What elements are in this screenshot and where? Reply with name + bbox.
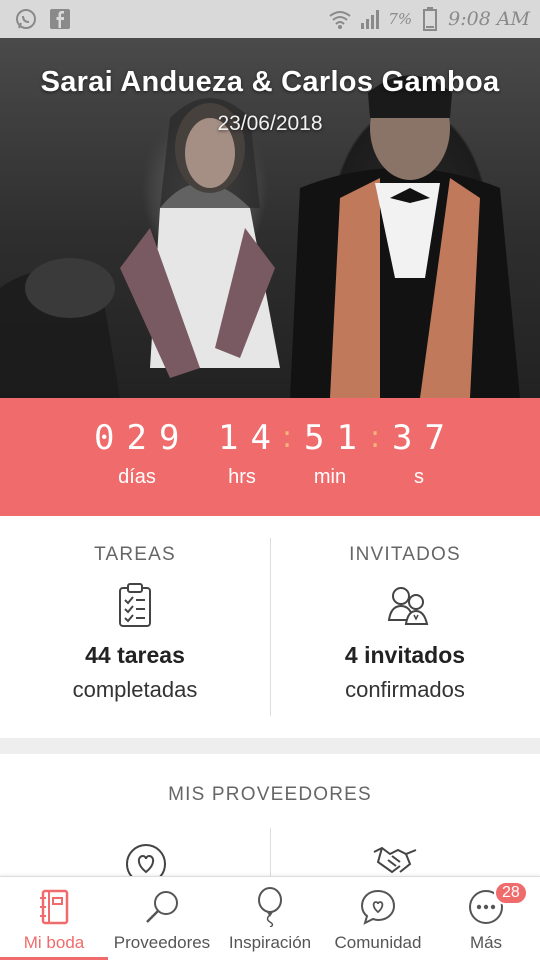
- wifi-icon: [328, 7, 352, 31]
- battery-icon: [418, 7, 442, 31]
- providers-header: MIS PROVEEDORES: [168, 784, 372, 805]
- countdown-separator: :: [370, 420, 381, 455]
- nav-comunidad[interactable]: Comunidad: [324, 877, 432, 960]
- battery-percent: 7%: [388, 10, 413, 28]
- heart-circle-icon[interactable]: [124, 842, 168, 876]
- status-right: 7% 9:08 AM: [328, 7, 530, 31]
- countdown-seconds: 37: [392, 418, 457, 458]
- countdown-seconds-label: s: [414, 466, 424, 488]
- nav-comunidad-label: Comunidad: [334, 933, 422, 952]
- countdown-hours: 14: [218, 418, 283, 458]
- countdown-minutes: 51: [304, 418, 369, 458]
- providers-section: MIS PROVEEDORES: [0, 754, 540, 876]
- couple-names: Sarai Andueza & Carlos Gamboa: [40, 66, 500, 98]
- tasks-card[interactable]: TAREAS 44 tareas completadas: [0, 516, 270, 738]
- guests-icon: [385, 582, 429, 628]
- notification-badge: 28: [494, 881, 528, 905]
- search-icon: [142, 887, 182, 927]
- nav-mas-label: Más: [469, 933, 503, 952]
- status-left: [14, 7, 72, 31]
- status-bar: 7% 9:08 AM: [0, 0, 540, 38]
- signal-icon: [358, 7, 382, 31]
- countdown-days: 029: [94, 418, 192, 458]
- nav-proveedores[interactable]: Proveedores: [108, 877, 216, 960]
- wedding-date: 23/06/2018: [217, 112, 323, 135]
- guests-card[interactable]: INVITADOS 4 invitados confirmados: [270, 516, 540, 738]
- guests-sub: confirmados: [345, 677, 465, 702]
- countdown-banner: 029 14 : 51 : 37 días hrs min s: [0, 398, 540, 516]
- nav-proveedores-label: Proveedores: [113, 933, 211, 952]
- countdown-hours-label: hrs: [228, 466, 256, 488]
- whatsapp-icon: [14, 7, 38, 31]
- chat-heart-icon: [358, 887, 398, 927]
- stats-section: TAREAS 44 tareas completadas INVITADOS 4…: [0, 516, 540, 738]
- status-time: 9:08 AM: [448, 8, 530, 30]
- providers-divider: [270, 828, 271, 876]
- handshake-icon[interactable]: [372, 842, 418, 876]
- nav-inspiracion[interactable]: Inspiración: [216, 877, 324, 960]
- nav-mi-boda-label: Mi boda: [23, 933, 85, 952]
- tasks-count: 44 tareas: [85, 642, 185, 668]
- countdown-days-label: días: [118, 466, 156, 488]
- nav-mas[interactable]: 28 Más: [432, 877, 540, 960]
- couple-photo[interactable]: Sarai Andueza & Carlos Gamboa 23/06/2018: [0, 38, 540, 398]
- balloon-icon: [250, 887, 290, 927]
- guests-count: 4 invitados: [344, 642, 466, 668]
- section-divider: [0, 738, 540, 754]
- notebook-icon: [34, 887, 74, 927]
- guests-header: INVITADOS: [349, 544, 461, 565]
- tasks-sub: completadas: [72, 677, 198, 702]
- countdown-minutes-label: min: [313, 466, 347, 488]
- tasks-header: TAREAS: [94, 544, 176, 565]
- bottom-nav: Mi boda Proveedores Inspiración Comunida…: [0, 876, 540, 960]
- nav-mi-boda[interactable]: Mi boda: [0, 877, 108, 960]
- countdown-separator: :: [282, 420, 293, 455]
- clipboard-icon: [115, 582, 155, 628]
- nav-inspiracion-label: Inspiración: [228, 933, 312, 952]
- facebook-icon: [48, 7, 72, 31]
